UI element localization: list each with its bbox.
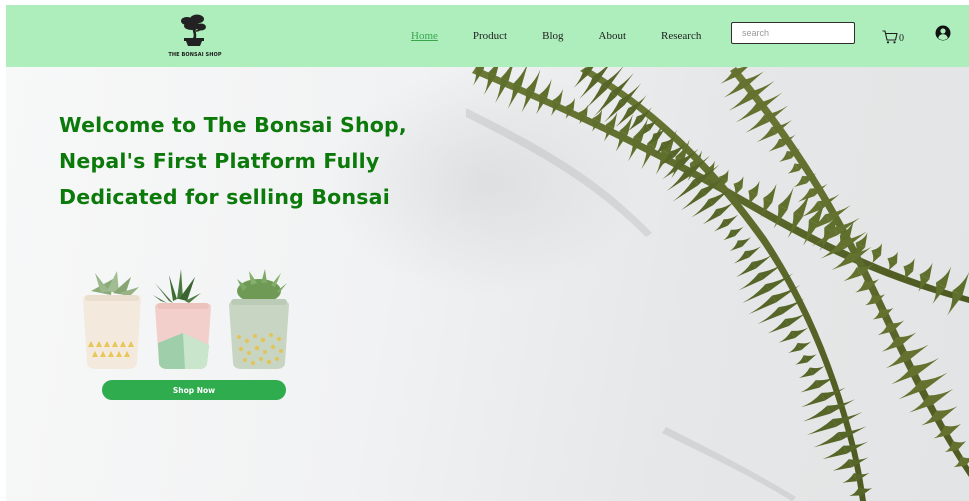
fern-leaflet bbox=[898, 380, 926, 400]
fern-leaflet bbox=[539, 78, 552, 99]
fern-leaflet bbox=[803, 405, 831, 422]
fern-leaflet bbox=[778, 187, 794, 210]
fern-leaflet bbox=[728, 91, 754, 111]
fern-leaflet bbox=[885, 351, 909, 369]
brand-name: THE BONSAI SHOP bbox=[168, 52, 222, 58]
fern-leaflet bbox=[745, 114, 769, 133]
main-nav: Home Product Blog About Research bbox=[411, 5, 736, 67]
fern-leaflet bbox=[832, 459, 852, 471]
page: THE BONSAI SHOP Home Product Blog About … bbox=[6, 5, 969, 501]
fern-leaflet bbox=[735, 103, 762, 123]
nav-link-home[interactable]: Home bbox=[411, 30, 438, 42]
cart-button[interactable]: 0 bbox=[882, 26, 908, 44]
fern-leaflet bbox=[785, 312, 807, 327]
nav-link-product[interactable]: Product bbox=[473, 30, 507, 42]
cart-count: 0 bbox=[899, 33, 904, 44]
nav-link-about[interactable]: About bbox=[599, 30, 627, 42]
fern-leaflet bbox=[912, 357, 940, 375]
fern-leaflet bbox=[767, 318, 789, 334]
fern-leaflet bbox=[742, 284, 770, 303]
succulent-pot-2 bbox=[153, 269, 211, 369]
fern-leaflet bbox=[822, 445, 847, 460]
fern-leaflet bbox=[757, 307, 783, 325]
hero-headline: Welcome to The Bonsai Shop, Nepal's Firs… bbox=[59, 107, 479, 215]
hero-headline-line-2: Nepal's First Platform Fully bbox=[59, 149, 380, 173]
succulent-pot-1 bbox=[83, 271, 141, 369]
hero-headline-line-1: Welcome to The Bonsai Shop, bbox=[59, 113, 407, 137]
fern-leaflet bbox=[920, 372, 948, 390]
search-box bbox=[731, 22, 855, 44]
brand-logo[interactable]: THE BONSAI SHOP bbox=[166, 14, 224, 62]
fern-leaflet bbox=[801, 392, 825, 408]
fern-leaflet bbox=[813, 432, 842, 448]
shop-now-button[interactable]: Shop Now bbox=[102, 380, 286, 400]
top-navbar: THE BONSAI SHOP Home Product Blog About … bbox=[6, 5, 969, 67]
fern-leaflet bbox=[513, 67, 527, 87]
fern-leaflet bbox=[806, 418, 836, 435]
fern-leaflet bbox=[736, 261, 757, 277]
hero-headline-line-3: Dedicated for selling Bonsai bbox=[59, 185, 390, 209]
nav-link-blog[interactable]: Blog bbox=[542, 30, 563, 42]
fern-leaf-image bbox=[466, 67, 969, 501]
fern-leaflet bbox=[615, 108, 634, 127]
fern-leaflet bbox=[723, 80, 746, 98]
fern-leaflet bbox=[691, 199, 714, 218]
fern-leaflet bbox=[904, 344, 929, 361]
bonsai-logo-icon bbox=[181, 14, 206, 46]
fern-leaflet bbox=[751, 254, 773, 269]
succulent-pot-3 bbox=[229, 269, 289, 369]
hero-section: Welcome to The Bonsai Shop, Nepal's Firs… bbox=[6, 67, 969, 501]
fern-leaflet bbox=[526, 69, 541, 93]
cart-icon bbox=[882, 30, 898, 44]
search-input[interactable] bbox=[732, 23, 854, 43]
fern-leaflet bbox=[890, 365, 918, 385]
fern-leaflet bbox=[928, 388, 954, 405]
nav-link-research[interactable]: Research bbox=[661, 30, 701, 42]
user-icon[interactable] bbox=[935, 25, 951, 41]
fern-leaflet bbox=[800, 380, 820, 393]
succulent-pots-image bbox=[83, 269, 289, 369]
fern-leaflet bbox=[738, 272, 763, 291]
